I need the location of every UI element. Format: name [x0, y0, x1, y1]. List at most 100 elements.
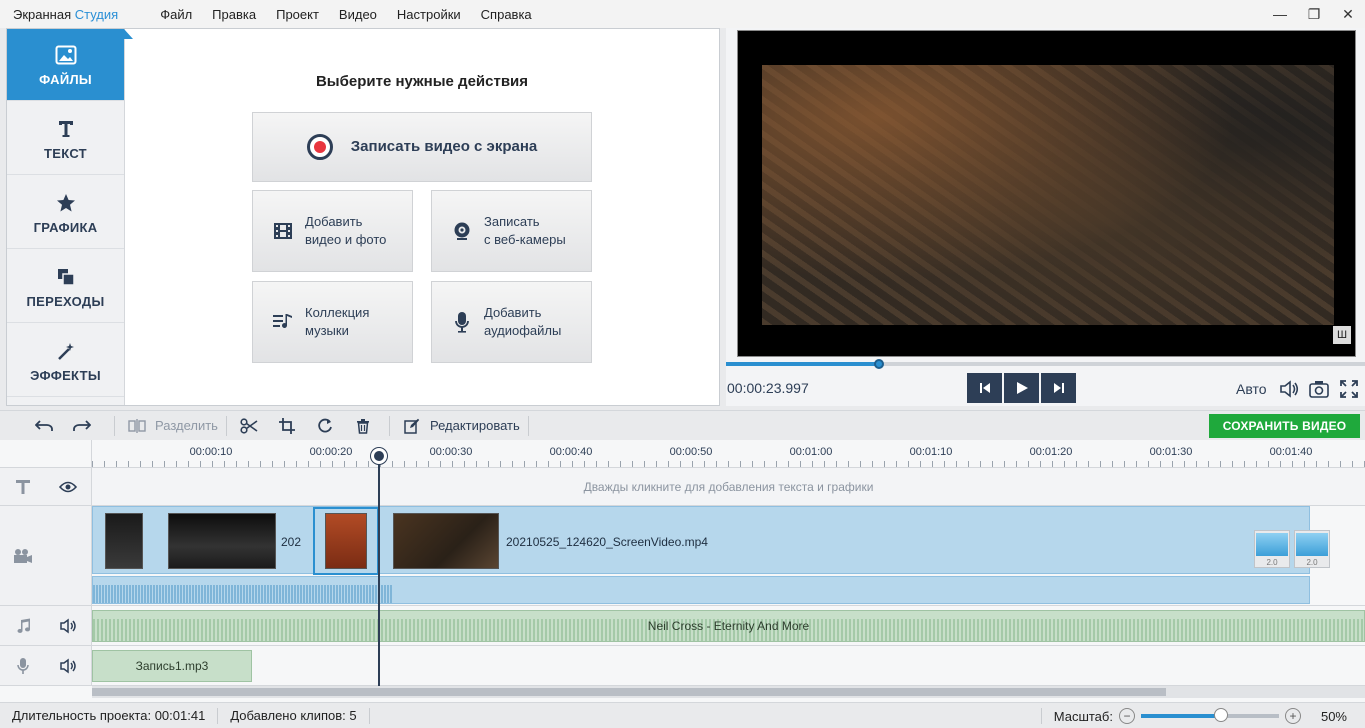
redo-icon[interactable]: [68, 419, 96, 432]
zoom-slider-knob[interactable]: [1214, 708, 1228, 722]
transition-thumb[interactable]: 2.0: [1294, 530, 1330, 568]
tab-label: ГРАФИКА: [33, 220, 98, 235]
menu-settings[interactable]: Настройки: [387, 7, 471, 22]
audio-label-1: Добавить: [484, 305, 542, 320]
tab-text[interactable]: ТЕКСТ: [7, 103, 124, 175]
tab-graphics[interactable]: ГРАФИКА: [7, 177, 124, 249]
scissors-icon[interactable]: [235, 417, 263, 434]
ruler-label: 00:00:40: [549, 446, 593, 458]
playhead-handle[interactable]: [371, 448, 387, 464]
next-icon[interactable]: [1041, 373, 1076, 403]
minimize-icon[interactable]: —: [1263, 0, 1297, 28]
add-audio-button[interactable]: Добавить аудиофайлы: [431, 281, 592, 363]
tab-label: ТЕКСТ: [44, 146, 87, 161]
menu-help[interactable]: Справка: [471, 7, 542, 22]
zoom-out-icon[interactable]: −: [1118, 708, 1135, 724]
ruler-ticks: [92, 461, 1365, 467]
timeline-scrollbar[interactable]: [92, 686, 1365, 698]
previous-icon[interactable]: [967, 373, 1002, 403]
menu-project[interactable]: Проект: [266, 7, 329, 22]
tab-transitions[interactable]: ПЕРЕХОДЫ: [7, 251, 124, 323]
tab-label: ФАЙЛЫ: [39, 72, 92, 87]
track-volume-icon[interactable]: [46, 658, 92, 674]
ruler-label: 00:00:50: [669, 446, 713, 458]
fullscreen-icon[interactable]: [1338, 378, 1360, 400]
clip-thumbnail[interactable]: [105, 513, 143, 569]
tab-label: ЭФФЕКТЫ: [30, 368, 101, 383]
voice-clip[interactable]: Запись1.mp3: [92, 650, 252, 682]
clip-audio-waveform: [93, 585, 393, 603]
close-icon[interactable]: ✕: [1331, 0, 1365, 28]
zoom-slider[interactable]: [1140, 708, 1279, 722]
music-clip-label: Neil Cross - Eternity And More: [647, 619, 810, 633]
voice-clip-label: Запись1.mp3: [135, 659, 209, 673]
menu-video[interactable]: Видео: [329, 7, 387, 22]
transition-duration: 2.0: [1306, 558, 1318, 567]
window-controls: — ❐ ✕: [1263, 0, 1365, 28]
music-note-icon: [0, 618, 46, 634]
quality-selector[interactable]: Авто: [1236, 381, 1267, 397]
edit-label: Редактировать: [429, 418, 520, 433]
music-clip[interactable]: Neil Cross - Eternity And More: [92, 610, 1365, 642]
text-track[interactable]: Дважды кликните для добавления текста и …: [92, 468, 1365, 506]
clip-thumbnail[interactable]: [168, 513, 276, 569]
save-video-button[interactable]: СОХРАНИТЬ ВИДЕО: [1209, 414, 1360, 438]
playhead[interactable]: [378, 450, 380, 686]
app-title-part1: Экранная: [13, 6, 72, 22]
undo-icon[interactable]: [30, 419, 58, 432]
record-screen-label: Записать видео с экрана: [350, 138, 538, 155]
music-track-header: [0, 606, 92, 646]
progress-fill: [726, 362, 880, 366]
music-track: Neil Cross - Eternity And More: [92, 606, 1365, 646]
camera-snapshot-icon[interactable]: [1308, 378, 1330, 400]
editing-toolbar: Разделить Редактировать СОХРАНИТЬ ВИДЕО: [0, 410, 1365, 440]
video-track: 202 20210525_124620_ScreenVideo.mp4 2.0 …: [92, 506, 1365, 606]
music-collection-button[interactable]: Коллекция музыки: [252, 281, 413, 363]
tab-files[interactable]: ФАЙЛЫ: [7, 29, 133, 101]
ruler-label: 00:01:30: [1149, 446, 1193, 458]
zoom-in-icon[interactable]: +: [1284, 708, 1301, 724]
edit-button[interactable]: Редактировать: [398, 411, 520, 441]
rotate-icon[interactable]: [311, 418, 339, 434]
record-screen-button[interactable]: Записать видео с экрана: [252, 112, 592, 182]
maximize-icon[interactable]: ❐: [1297, 0, 1331, 28]
zoom-control: Масштаб: − + 50%: [1040, 703, 1365, 728]
clip-name-partial: 202: [281, 535, 302, 549]
playback-progress[interactable]: [726, 359, 1365, 369]
track-volume-icon[interactable]: [46, 618, 92, 634]
menu-file[interactable]: Файл: [150, 7, 202, 22]
webcam-icon: [450, 221, 474, 241]
video-screen[interactable]: Ш: [737, 30, 1356, 357]
magic-wand-icon: [56, 338, 76, 364]
tab-effects[interactable]: ЭФФЕКТЫ: [7, 325, 124, 397]
play-icon[interactable]: [1004, 373, 1039, 403]
volume-icon[interactable]: [1278, 378, 1300, 400]
transition-thumb[interactable]: 2.0: [1254, 530, 1290, 568]
webcam-label-2: с веб-камеры: [484, 232, 566, 247]
clip-audio-strip[interactable]: [92, 576, 1310, 604]
add-media-label-1: Добавить: [305, 214, 363, 229]
music-label-2: музыки: [305, 323, 349, 338]
menu-bar: Файл Правка Проект Видео Настройки Справ…: [150, 7, 541, 22]
actions-title: Выберите нужные действия: [315, 73, 529, 90]
clip-thumbnail[interactable]: [393, 513, 499, 569]
time-ruler[interactable]: 00:00:10 00:00:20 00:00:30 00:00:40 00:0…: [92, 440, 1365, 468]
webcam-record-button[interactable]: Записать с веб-камеры: [431, 190, 592, 272]
film-icon: [271, 222, 295, 240]
progress-knob[interactable]: [874, 359, 885, 369]
crop-icon[interactable]: [273, 417, 301, 434]
text-icon: [58, 116, 74, 142]
trash-icon[interactable]: [349, 418, 377, 434]
clip-name: 20210525_124620_ScreenVideo.mp4: [506, 535, 708, 549]
video-track-header: [0, 506, 92, 606]
timecode: 00:00:23.997: [727, 380, 809, 396]
add-media-button[interactable]: Добавить видео и фото: [252, 190, 413, 272]
add-media-label-2: видео и фото: [305, 232, 387, 247]
music-label-1: Коллекция: [305, 305, 370, 320]
text-track-hint: Дважды кликните для добавления текста и …: [583, 479, 874, 494]
menu-edit[interactable]: Правка: [202, 7, 266, 22]
scrollbar-thumb[interactable]: [92, 688, 1166, 696]
split-button[interactable]: Разделить: [123, 411, 218, 441]
eye-icon[interactable]: [46, 481, 92, 493]
video-clips-strip[interactable]: 202 20210525_124620_ScreenVideo.mp4: [92, 506, 1310, 575]
